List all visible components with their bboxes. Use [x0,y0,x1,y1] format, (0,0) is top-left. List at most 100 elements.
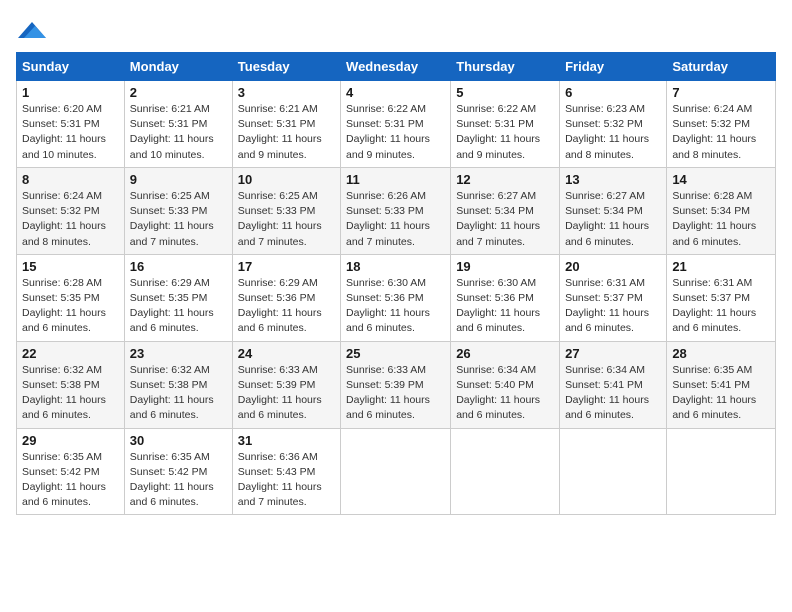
calendar-cell: 17 Sunrise: 6:29 AMSunset: 5:36 PMDayligh… [232,254,340,341]
day-number: 4 [346,85,445,100]
calendar-cell: 16 Sunrise: 6:29 AMSunset: 5:35 PMDayligh… [124,254,232,341]
calendar-cell [560,428,667,515]
day-number: 12 [456,172,554,187]
calendar-cell: 11Sunrise: 6:26 AMSunset: 5:33 PMDayligh… [341,167,451,254]
day-number: 28 [672,346,770,361]
day-number: 3 [238,85,335,100]
day-detail: Sunrise: 6:35 AMSunset: 5:42 PMDaylight:… [130,451,214,509]
day-number: 31 [238,433,335,448]
day-detail: Sunrise: 6:34 AMSunset: 5:40 PMDaylight:… [456,364,540,422]
day-detail: Sunrise: 6:21 AMSunset: 5:31 PMDaylight:… [130,103,214,161]
weekday-header-sunday: Sunday [17,53,125,81]
day-detail: Sunrise: 6:36 AMSunset: 5:43 PMDaylight:… [238,451,322,509]
day-detail: Sunrise: 6:30 AMSunset: 5:36 PMDaylight:… [346,277,430,335]
logo-icon [18,16,46,44]
calendar-cell: 30 Sunrise: 6:35 AMSunset: 5:42 PMDayligh… [124,428,232,515]
weekday-header-wednesday: Wednesday [341,53,451,81]
calendar-table: SundayMondayTuesdayWednesdayThursdayFrid… [16,52,776,515]
day-detail: Sunrise: 6:34 AMSunset: 5:41 PMDaylight:… [565,364,649,422]
calendar-cell: 19 Sunrise: 6:30 AMSunset: 5:36 PMDayligh… [451,254,560,341]
day-number: 17 [238,259,335,274]
day-detail: Sunrise: 6:28 AMSunset: 5:34 PMDaylight:… [672,190,756,248]
day-detail: Sunrise: 6:25 AMSunset: 5:33 PMDaylight:… [130,190,214,248]
day-number: 19 [456,259,554,274]
calendar-cell: 23 Sunrise: 6:32 AMSunset: 5:38 PMDayligh… [124,341,232,428]
day-number: 27 [565,346,661,361]
page-header [16,16,776,44]
calendar-cell: 9 Sunrise: 6:25 AMSunset: 5:33 PMDaylight… [124,167,232,254]
day-detail: Sunrise: 6:28 AMSunset: 5:35 PMDaylight:… [22,277,106,335]
day-number: 16 [130,259,227,274]
day-detail: Sunrise: 6:32 AMSunset: 5:38 PMDaylight:… [130,364,214,422]
day-number: 13 [565,172,661,187]
day-number: 21 [672,259,770,274]
day-number: 25 [346,346,445,361]
day-detail: Sunrise: 6:26 AMSunset: 5:33 PMDaylight:… [346,190,430,248]
day-number: 2 [130,85,227,100]
weekday-header-saturday: Saturday [667,53,776,81]
day-detail: Sunrise: 6:30 AMSunset: 5:36 PMDaylight:… [456,277,540,335]
day-number: 18 [346,259,445,274]
weekday-header-friday: Friday [560,53,667,81]
calendar-cell [667,428,776,515]
day-detail: Sunrise: 6:27 AMSunset: 5:34 PMDaylight:… [456,190,540,248]
day-number: 22 [22,346,119,361]
day-number: 23 [130,346,227,361]
day-number: 30 [130,433,227,448]
day-detail: Sunrise: 6:32 AMSunset: 5:38 PMDaylight:… [22,364,106,422]
day-number: 20 [565,259,661,274]
day-detail: Sunrise: 6:31 AMSunset: 5:37 PMDaylight:… [565,277,649,335]
weekday-header-thursday: Thursday [451,53,560,81]
calendar-cell [451,428,560,515]
calendar-cell: 15 Sunrise: 6:28 AMSunset: 5:35 PMDayligh… [17,254,125,341]
calendar-cell: 7 Sunrise: 6:24 AMSunset: 5:32 PMDaylight… [667,81,776,168]
day-number: 5 [456,85,554,100]
day-detail: Sunrise: 6:31 AMSunset: 5:37 PMDaylight:… [672,277,756,335]
day-detail: Sunrise: 6:24 AMSunset: 5:32 PMDaylight:… [22,190,106,248]
day-detail: Sunrise: 6:29 AMSunset: 5:36 PMDaylight:… [238,277,322,335]
calendar-cell: 13 Sunrise: 6:27 AMSunset: 5:34 PMDayligh… [560,167,667,254]
calendar-cell: 10Sunrise: 6:25 AMSunset: 5:33 PMDayligh… [232,167,340,254]
calendar-cell: 22 Sunrise: 6:32 AMSunset: 5:38 PMDayligh… [17,341,125,428]
calendar-cell: 29 Sunrise: 6:35 AMSunset: 5:42 PMDayligh… [17,428,125,515]
calendar-cell: 2 Sunrise: 6:21 AMSunset: 5:31 PMDaylight… [124,81,232,168]
calendar-cell: 3 Sunrise: 6:21 AMSunset: 5:31 PMDaylight… [232,81,340,168]
day-detail: Sunrise: 6:33 AMSunset: 5:39 PMDaylight:… [346,364,430,422]
day-detail: Sunrise: 6:35 AMSunset: 5:42 PMDaylight:… [22,451,106,509]
calendar-cell [341,428,451,515]
day-number: 26 [456,346,554,361]
day-detail: Sunrise: 6:21 AMSunset: 5:31 PMDaylight:… [238,103,322,161]
calendar-cell: 24Sunrise: 6:33 AMSunset: 5:39 PMDayligh… [232,341,340,428]
calendar-cell: 18 Sunrise: 6:30 AMSunset: 5:36 PMDayligh… [341,254,451,341]
calendar-cell: 4 Sunrise: 6:22 AMSunset: 5:31 PMDaylight… [341,81,451,168]
day-detail: Sunrise: 6:22 AMSunset: 5:31 PMDaylight:… [346,103,430,161]
logo [16,16,46,44]
day-number: 7 [672,85,770,100]
day-detail: Sunrise: 6:27 AMSunset: 5:34 PMDaylight:… [565,190,649,248]
calendar-cell: 14 Sunrise: 6:28 AMSunset: 5:34 PMDayligh… [667,167,776,254]
day-number: 8 [22,172,119,187]
day-number: 15 [22,259,119,274]
calendar-cell: 6Sunrise: 6:23 AMSunset: 5:32 PMDaylight… [560,81,667,168]
day-detail: Sunrise: 6:24 AMSunset: 5:32 PMDaylight:… [672,103,756,161]
calendar-cell: 26 Sunrise: 6:34 AMSunset: 5:40 PMDayligh… [451,341,560,428]
day-detail: Sunrise: 6:33 AMSunset: 5:39 PMDaylight:… [238,364,322,422]
day-number: 29 [22,433,119,448]
calendar-cell: 20 Sunrise: 6:31 AMSunset: 5:37 PMDayligh… [560,254,667,341]
day-detail: Sunrise: 6:20 AMSunset: 5:31 PMDaylight:… [22,103,106,161]
day-number: 9 [130,172,227,187]
day-detail: Sunrise: 6:29 AMSunset: 5:35 PMDaylight:… [130,277,214,335]
calendar-cell: 27 Sunrise: 6:34 AMSunset: 5:41 PMDayligh… [560,341,667,428]
day-detail: Sunrise: 6:35 AMSunset: 5:41 PMDaylight:… [672,364,756,422]
calendar-cell: 8 Sunrise: 6:24 AMSunset: 5:32 PMDaylight… [17,167,125,254]
day-number: 14 [672,172,770,187]
calendar-cell: 12 Sunrise: 6:27 AMSunset: 5:34 PMDayligh… [451,167,560,254]
weekday-header-tuesday: Tuesday [232,53,340,81]
calendar-cell: 28 Sunrise: 6:35 AMSunset: 5:41 PMDayligh… [667,341,776,428]
calendar-cell: 1Sunrise: 6:20 AMSunset: 5:31 PMDaylight… [17,81,125,168]
weekday-header-monday: Monday [124,53,232,81]
calendar-cell: 5Sunrise: 6:22 AMSunset: 5:31 PMDaylight… [451,81,560,168]
calendar-cell: 21 Sunrise: 6:31 AMSunset: 5:37 PMDayligh… [667,254,776,341]
calendar-cell: 25 Sunrise: 6:33 AMSunset: 5:39 PMDayligh… [341,341,451,428]
day-detail: Sunrise: 6:25 AMSunset: 5:33 PMDaylight:… [238,190,322,248]
